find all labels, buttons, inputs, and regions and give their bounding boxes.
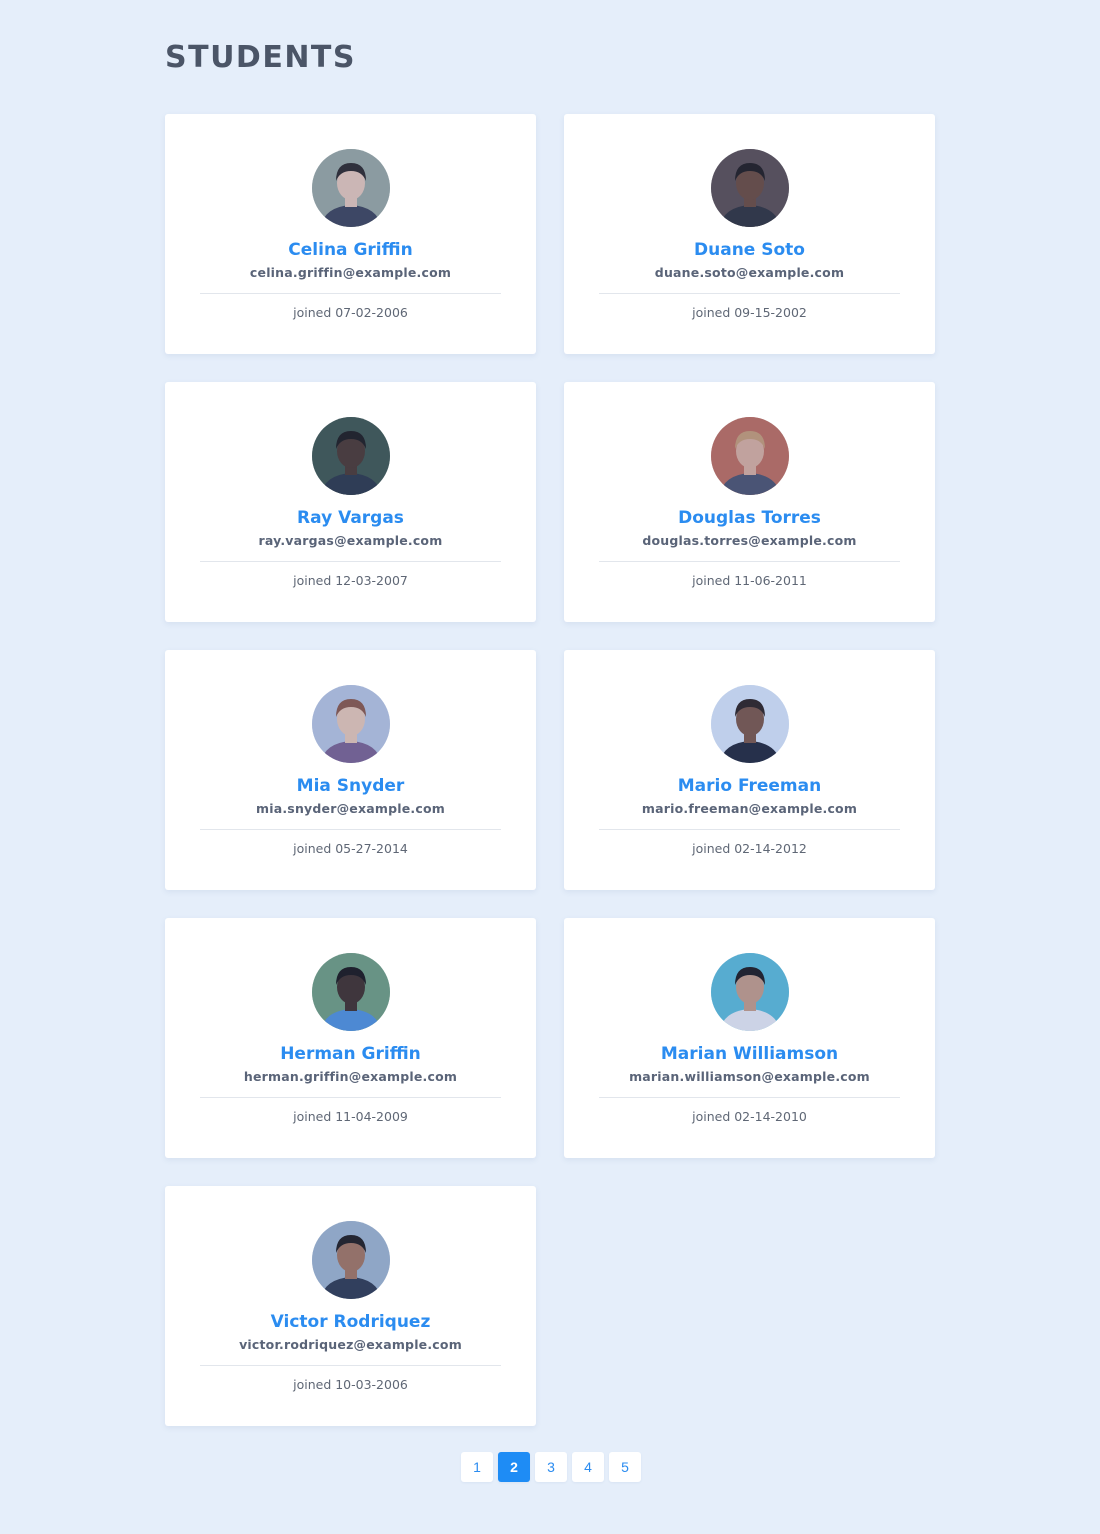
page-button-1[interactable]: 1 xyxy=(461,1452,493,1482)
divider xyxy=(200,1365,501,1366)
avatar xyxy=(312,149,390,227)
student-email: herman.griffin@example.com xyxy=(243,1069,458,1084)
divider xyxy=(599,293,900,294)
avatar-tint xyxy=(711,685,789,763)
avatar-tint xyxy=(711,953,789,1031)
avatar xyxy=(312,1221,390,1299)
divider xyxy=(599,829,900,830)
student-name[interactable]: Mario Freeman xyxy=(564,774,935,798)
student-name[interactable]: Marian Williamson xyxy=(564,1042,935,1066)
student-name[interactable]: Douglas Torres xyxy=(564,506,935,530)
student-card[interactable]: Celina Griffin celina.griffin@example.co… xyxy=(165,114,536,354)
student-card[interactable]: Marian Williamson marian.williamson@exam… xyxy=(564,918,935,1158)
joined-date: joined 09-15-2002 xyxy=(692,305,807,320)
student-name[interactable]: Herman Griffin xyxy=(165,1042,536,1066)
avatar xyxy=(711,149,789,227)
page-button-2[interactable]: 2 xyxy=(498,1452,530,1482)
student-email: douglas.torres@example.com xyxy=(642,533,857,548)
student-card[interactable]: Herman Griffin herman.griffin@example.co… xyxy=(165,918,536,1158)
student-email: celina.griffin@example.com xyxy=(249,265,452,280)
student-email: duane.soto@example.com xyxy=(654,265,845,280)
divider xyxy=(599,561,900,562)
divider xyxy=(599,1097,900,1098)
avatar-tint xyxy=(711,149,789,227)
avatar-tint xyxy=(312,417,390,495)
student-email: mario.freeman@example.com xyxy=(641,801,858,816)
avatar-tint xyxy=(312,1221,390,1299)
student-name[interactable]: Victor Rodriquez xyxy=(165,1310,536,1334)
avatar xyxy=(312,417,390,495)
student-card[interactable]: Duane Soto duane.soto@example.com joined… xyxy=(564,114,935,354)
students-grid: Celina Griffin celina.griffin@example.co… xyxy=(165,114,935,1426)
pagination: 12345 xyxy=(461,1452,641,1482)
avatar-tint xyxy=(312,149,390,227)
student-card[interactable]: Victor Rodriquez victor.rodriquez@exampl… xyxy=(165,1186,536,1426)
avatar-tint xyxy=(312,685,390,763)
page: STUDENTS Celina Griffin celina.griffin@e… xyxy=(0,0,1100,1534)
avatar xyxy=(312,953,390,1031)
student-card[interactable]: Mario Freeman mario.freeman@example.com … xyxy=(564,650,935,890)
joined-date: joined 05-27-2014 xyxy=(293,841,408,856)
divider xyxy=(200,1097,501,1098)
student-email: ray.vargas@example.com xyxy=(258,533,443,548)
joined-date: joined 11-04-2009 xyxy=(293,1109,408,1124)
student-email: victor.rodriquez@example.com xyxy=(239,1337,462,1352)
page-button-5[interactable]: 5 xyxy=(609,1452,641,1482)
student-card[interactable]: Mia Snyder mia.snyder@example.com joined… xyxy=(165,650,536,890)
joined-date: joined 02-14-2012 xyxy=(692,841,807,856)
page-button-4[interactable]: 4 xyxy=(572,1452,604,1482)
student-card[interactable]: Ray Vargas ray.vargas@example.com joined… xyxy=(165,382,536,622)
joined-date: joined 07-02-2006 xyxy=(293,305,408,320)
page-button-3[interactable]: 3 xyxy=(535,1452,567,1482)
avatar xyxy=(711,685,789,763)
joined-date: joined 02-14-2010 xyxy=(692,1109,807,1124)
student-card[interactable]: Douglas Torres douglas.torres@example.co… xyxy=(564,382,935,622)
avatar xyxy=(711,953,789,1031)
student-name[interactable]: Ray Vargas xyxy=(165,506,536,530)
student-name[interactable]: Celina Griffin xyxy=(165,238,536,262)
page-title: STUDENTS xyxy=(165,40,357,75)
joined-date: joined 10-03-2006 xyxy=(293,1377,408,1392)
divider xyxy=(200,829,501,830)
joined-date: joined 12-03-2007 xyxy=(293,573,408,588)
divider xyxy=(200,561,501,562)
student-name[interactable]: Mia Snyder xyxy=(165,774,536,798)
avatar xyxy=(711,417,789,495)
student-name[interactable]: Duane Soto xyxy=(564,238,935,262)
avatar xyxy=(312,685,390,763)
joined-date: joined 11-06-2011 xyxy=(692,573,807,588)
divider xyxy=(200,293,501,294)
avatar-tint xyxy=(312,953,390,1031)
avatar-tint xyxy=(711,417,789,495)
student-email: marian.williamson@example.com xyxy=(629,1069,870,1084)
student-email: mia.snyder@example.com xyxy=(256,801,445,816)
